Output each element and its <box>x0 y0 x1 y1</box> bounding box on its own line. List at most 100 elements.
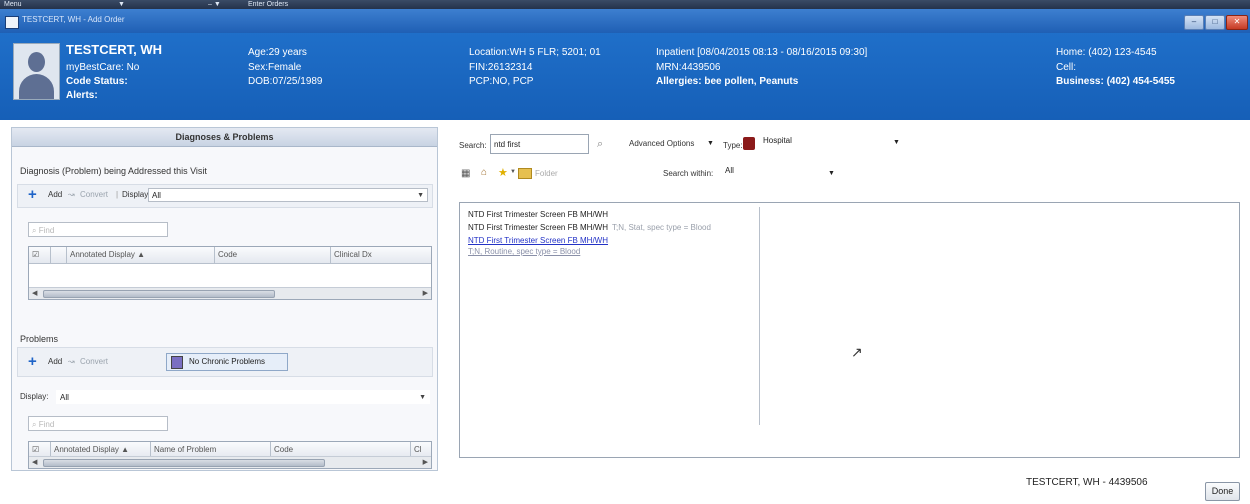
search-label: Search: <box>459 141 487 150</box>
search-results-panel: NTD First Trimester Screen FB MH/WH NTD … <box>459 202 1240 458</box>
convert-diagnosis-button[interactable]: Convert <box>80 190 108 199</box>
chevron-down-icon: ▼ <box>893 139 900 146</box>
chevron-down-icon: ▼ <box>828 170 835 177</box>
diagnosis-table-header: ☑ Annotated Display ▲ Code Clinical Dx <box>29 247 431 264</box>
problems-table: ☑ Annotated Display ▲ Name of Problem Co… <box>28 441 432 469</box>
done-button[interactable]: Done <box>1205 482 1240 501</box>
mybestcare: myBestCare: No <box>66 62 140 73</box>
results-splitter[interactable] <box>759 207 760 425</box>
inpatient-encounter: Inpatient [08/04/2015 08:13 - 08/16/2015… <box>656 47 868 58</box>
problem-display-select[interactable]: All ▼ <box>56 390 430 404</box>
search-placeholder: Find <box>38 226 55 235</box>
patient-name[interactable]: TESTCERT, WH <box>66 43 162 56</box>
patient-fin: FIN:26132314 <box>469 62 533 73</box>
diagnosis-table: ☑ Annotated Display ▲ Code Clinical Dx ◀… <box>28 246 432 300</box>
footer-patient-id: TESTCERT, WH - 4439506 <box>1026 477 1148 488</box>
result-item-link[interactable]: NTD First Trimester Screen FB MH/WH <box>468 236 608 245</box>
problem-search-placeholder: Find <box>38 420 55 429</box>
chevron-down-icon: ▼ <box>419 394 426 401</box>
maximize-button[interactable]: □ <box>1205 15 1225 30</box>
taskbar-dropdown[interactable]: ▼ <box>118 0 125 9</box>
patient-banner: TESTCERT, WH myBestCare: No Code Status:… <box>0 33 1250 120</box>
folder-icon[interactable] <box>518 168 532 179</box>
phone-home: Home: (402) 123-4545 <box>1056 47 1157 58</box>
phone-cell: Cell: <box>1056 62 1077 73</box>
no-chronic-problems-label: No Chronic Problems <box>189 357 266 366</box>
no-chronic-problems-button[interactable]: No Chronic Problems <box>166 353 288 371</box>
add-problem-icon[interactable]: + <box>28 354 37 369</box>
diagnosis-toolbar: + Add ↝ Convert | Display: All ▼ <box>17 184 433 208</box>
problems-label: Problems <box>20 334 59 344</box>
select-all-checkbox[interactable]: ☑ <box>29 247 51 263</box>
taskbar-menu[interactable]: Menu <box>4 0 22 9</box>
problem-search-input[interactable]: ⌕ Find <box>28 416 168 431</box>
diagnosis-hscrollbar[interactable]: ◀ ▶ <box>29 287 431 299</box>
convert-problem-icon: ↝ <box>68 357 75 366</box>
add-icon[interactable]: + <box>28 187 37 202</box>
problems-hscrollbar[interactable]: ◀ ▶ <box>29 456 431 468</box>
search-icon[interactable]: ⌕ <box>597 138 603 151</box>
search-within-label: Search within: <box>663 169 714 178</box>
advanced-options-button[interactable]: Advanced Options <box>629 139 694 148</box>
favorites-star-icon[interactable]: ★ <box>498 166 508 179</box>
convert-problem-button[interactable]: Convert <box>80 357 108 366</box>
phone-business: Business: (402) 454-5455 <box>1056 76 1175 87</box>
display-select-value: All <box>152 191 161 200</box>
search-within-select[interactable]: All ▼ <box>722 164 837 180</box>
display-select[interactable]: All ▼ <box>148 188 428 202</box>
folder-button[interactable]: Folder <box>535 169 558 178</box>
search-icon: ⌕ <box>32 226 37 235</box>
alerts: Alerts: <box>66 90 98 101</box>
chevron-down-icon[interactable]: ▼ <box>510 169 516 175</box>
taskbar-dropdown-2[interactable]: – ▼ <box>208 0 221 9</box>
column-code[interactable]: Code <box>215 247 331 263</box>
result-item[interactable]: NTD First Trimester Screen FB MH/WH T;N, … <box>468 223 711 232</box>
result-item-sentence[interactable]: T;N, Routine, spec type = Blood <box>468 247 580 256</box>
code-status: Code Status: <box>66 76 128 87</box>
order-search-input[interactable]: ntd first <box>490 134 589 154</box>
patient-location: Location:WH 5 FLR; 5201; 01 <box>469 47 601 58</box>
diagnosis-search-input[interactable]: ⌕ Find <box>28 222 168 237</box>
problems-toolbar: + Add ↝ Convert No Chronic Problems <box>17 347 433 377</box>
add-diagnosis-button[interactable]: Add <box>48 190 62 199</box>
hospital-icon <box>743 137 755 150</box>
type-select[interactable]: Hospital ▼ <box>760 134 904 152</box>
order-search-value: ntd first <box>494 140 521 149</box>
patient-dob: DOB:07/25/1989 <box>248 76 323 87</box>
display-label: Display: <box>122 190 151 199</box>
window-title: TESTCERT, WH - Add Order <box>22 15 125 24</box>
minimize-button[interactable]: – <box>1184 15 1204 30</box>
result-item[interactable]: NTD First Trimester Screen FB MH/WH <box>468 210 608 219</box>
problem-list-icon <box>171 356 183 369</box>
add-problem-button[interactable]: Add <box>48 357 62 366</box>
chevron-down-icon: ▼ <box>417 192 424 199</box>
patient-mrn: MRN:4439506 <box>656 62 721 73</box>
panel-header: Diagnoses & Problems <box>12 128 437 147</box>
problem-display-value: All <box>60 393 69 402</box>
diagnoses-problems-panel: Diagnoses & Problems Diagnosis (Problem)… <box>11 127 438 471</box>
chevron-down-icon[interactable]: ▼ <box>707 140 714 147</box>
search-icon: ⌕ <box>32 420 37 429</box>
toolbar-divider: | <box>116 190 119 199</box>
patient-sex: Sex:Female <box>248 62 302 73</box>
patient-age: Age:29 years <box>248 47 307 58</box>
column-annotated-display[interactable]: Annotated Display ▲ <box>67 247 215 263</box>
app-icon <box>5 16 19 29</box>
problem-display-label: Display: <box>20 392 49 401</box>
avatar <box>13 43 60 100</box>
home-folder-icon[interactable]: ⌂ <box>481 167 487 178</box>
diagnosis-section-label: Diagnosis (Problem) being Addressed this… <box>20 166 207 176</box>
taskbar-enter-orders[interactable]: Enter Orders <box>248 0 288 9</box>
patient-pcp: PCP:NO, PCP <box>469 76 534 87</box>
taskbar: Menu ▼ – ▼ Enter Orders <box>0 0 1250 9</box>
column-blank <box>51 247 67 263</box>
convert-icon: ↝ <box>68 190 75 199</box>
grid-icon[interactable]: ▦ <box>461 168 470 179</box>
close-button[interactable]: ✕ <box>1226 15 1248 30</box>
type-label: Type: <box>723 141 743 150</box>
search-within-value: All <box>725 166 734 175</box>
type-select-value: Hospital <box>763 136 792 145</box>
window-titlebar: TESTCERT, WH - Add Order – □ ✕ <box>0 9 1250 33</box>
patient-allergies: Allergies: bee pollen, Peanuts <box>656 76 799 87</box>
column-clinical-dx[interactable]: Clinical Dx <box>331 247 431 263</box>
